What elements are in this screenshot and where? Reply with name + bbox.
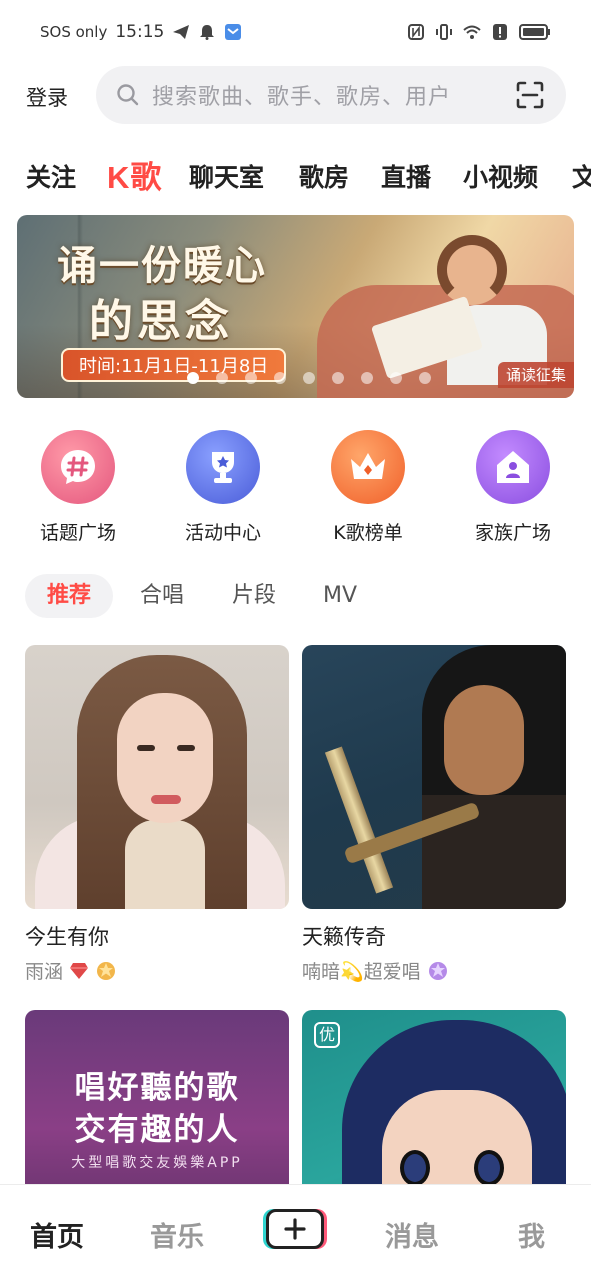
feed-card[interactable]: 天籁传奇 喃暗💫超爱唱: [302, 645, 566, 984]
tab-live[interactable]: 直播: [381, 158, 431, 194]
nav-home[interactable]: 首页: [30, 1215, 84, 1254]
nfc-icon: [408, 24, 424, 40]
wifi-icon: [463, 25, 481, 39]
subtab-recommend[interactable]: 推荐: [25, 574, 114, 618]
carousel-dot: [303, 372, 315, 384]
status-right: [407, 24, 551, 40]
banner-title-line2: 的思念: [89, 296, 233, 347]
alert-icon: [493, 24, 507, 40]
vibrate-icon: [436, 24, 452, 40]
search-icon: [117, 84, 139, 106]
tab-chatroom[interactable]: 聊天室: [189, 158, 264, 194]
nav-messages[interactable]: 消息: [385, 1215, 439, 1254]
card-thumbnail: [302, 645, 566, 909]
search-placeholder: 搜索歌曲、歌手、歌房、用户: [152, 85, 452, 110]
carousel-dot: [361, 372, 373, 384]
promo-line3: 大型唱歌交友娛樂APP: [71, 1155, 243, 1171]
quick-entry-topics[interactable]: 话题广场: [18, 430, 138, 545]
carousel-dot: [274, 372, 286, 384]
tab-karaoke[interactable]: K歌: [107, 152, 162, 197]
carrier-label: SOS only: [40, 23, 108, 41]
banner-illustration-person: [437, 235, 507, 305]
nav-music[interactable]: 音乐: [150, 1215, 204, 1254]
banner-carousel[interactable]: 诵一份暖心 的思念 时间:11月1日-11月8日 诵读征集: [17, 215, 574, 398]
subtab-chorus[interactable]: 合唱: [140, 574, 184, 618]
carousel-dot: [187, 372, 199, 384]
hashtag-bubble-icon: [41, 430, 115, 504]
level-badge-icon: [97, 961, 116, 980]
quick-entry-label: 话题广场: [39, 522, 116, 544]
card-user[interactable]: 雨涵: [25, 957, 289, 984]
quick-entry-family[interactable]: 家族广场: [453, 430, 573, 545]
carousel-indicator: [187, 372, 431, 384]
quick-entry-label: K歌榜单: [333, 522, 403, 544]
carousel-dot: [216, 372, 228, 384]
clock: 15:15: [115, 22, 165, 42]
trophy-icon: [186, 430, 260, 504]
quick-entry-activities[interactable]: 活动中心: [163, 430, 283, 545]
tab-follow[interactable]: 关注: [26, 158, 76, 194]
quality-badge: 优: [314, 1022, 340, 1048]
carousel-dot: [245, 372, 257, 384]
search-row: 登录 搜索歌曲、歌手、歌房、用户: [0, 66, 591, 126]
carousel-dot: [390, 372, 402, 384]
app-notification-icon: [225, 24, 242, 40]
banner-title-line1: 诵一份暖心: [57, 242, 267, 289]
promo-line1: 唱好聽的歌: [74, 1070, 240, 1106]
bell-icon: [200, 25, 215, 40]
card-username: 雨涵: [25, 961, 64, 983]
status-bar: SOS only 15:15: [0, 0, 591, 64]
tab-song-room[interactable]: 歌房: [299, 158, 349, 194]
house-icon: [476, 430, 550, 504]
quick-entry-label: 活动中心: [184, 522, 261, 544]
card-thumbnail: [25, 645, 289, 909]
carousel-dot: [419, 372, 431, 384]
card-username: 喃暗💫超爱唱: [302, 961, 421, 983]
promo-line2: 交有趣的人: [74, 1112, 240, 1148]
search-input[interactable]: 搜索歌曲、歌手、歌房、用户: [96, 66, 566, 124]
diamond-badge-icon: [70, 962, 89, 979]
subtab-mv[interactable]: MV: [323, 574, 357, 618]
quick-entry-ranking[interactable]: K歌榜单: [308, 430, 428, 545]
telegram-icon: [173, 25, 190, 39]
quick-entry-label: 家族广场: [474, 522, 551, 544]
banner-tag: 诵读征集: [497, 362, 574, 388]
scan-icon[interactable]: [516, 81, 544, 109]
tab-short-video[interactable]: 小视频: [463, 158, 538, 194]
top-tabs: 关注 K歌 聊天室 歌房 直播 小视频 文: [0, 150, 591, 200]
battery-icon: [519, 24, 550, 40]
status-left: SOS only 15:15: [40, 22, 242, 42]
level-badge-icon: [428, 961, 447, 980]
subtab-clip[interactable]: 片段: [232, 574, 276, 618]
quick-entries: 话题广场 活动中心 K歌榜单 家族广场: [0, 430, 591, 550]
feed-card[interactable]: 今生有你 雨涵: [25, 645, 289, 984]
card-user[interactable]: 喃暗💫超爱唱: [302, 957, 566, 984]
crown-icon: [331, 430, 405, 504]
plus-icon: [284, 1218, 306, 1240]
card-title: 今生有你: [25, 925, 109, 949]
tab-more[interactable]: 文: [572, 158, 591, 194]
card-title: 天籁传奇: [302, 925, 386, 949]
login-button[interactable]: 登录: [26, 82, 68, 112]
bottom-nav: 首页 音乐 消息 我: [0, 1184, 591, 1280]
carousel-dot: [332, 372, 344, 384]
nav-me[interactable]: 我: [518, 1215, 545, 1254]
create-button[interactable]: [266, 1209, 324, 1249]
